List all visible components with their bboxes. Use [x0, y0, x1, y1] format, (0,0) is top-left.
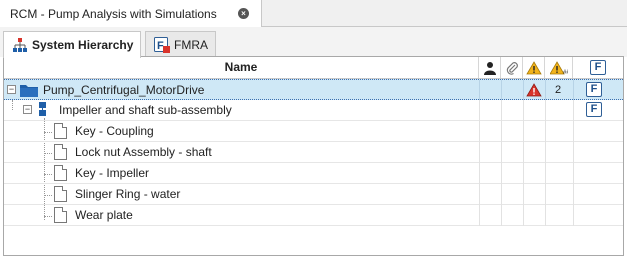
tab-system-hierarchy[interactable]: System Hierarchy: [3, 31, 141, 58]
row-label: Key - Coupling: [75, 124, 154, 138]
document-tab[interactable]: RCM - Pump Analysis with Simulations ×: [0, 0, 262, 27]
grid-header: Name ## F: [4, 57, 623, 79]
column-header-name[interactable]: Name: [4, 57, 479, 78]
warning-count: 2: [555, 84, 562, 96]
warning-count-icon[interactable]: ##: [545, 57, 573, 78]
collapse-icon[interactable]: −: [7, 85, 16, 94]
warning-icon[interactable]: [523, 57, 545, 78]
close-tab-icon[interactable]: ×: [238, 8, 249, 19]
assembly-icon: [36, 102, 50, 122]
row-label: Impeller and shaft sub-assembly: [59, 103, 232, 117]
table-row[interactable]: − Impeller and shaft sub-assembly F: [4, 100, 623, 121]
f-button[interactable]: F: [586, 82, 602, 97]
f-button[interactable]: F: [586, 102, 602, 117]
collapse-icon[interactable]: −: [23, 105, 32, 114]
table-row[interactable]: Slinger Ring - water: [4, 184, 623, 205]
f-header-button[interactable]: F: [590, 60, 606, 75]
table-row[interactable]: Wear plate: [4, 205, 623, 226]
fmra-icon: F: [154, 36, 170, 53]
document-icon: [54, 186, 67, 202]
folder-icon: [20, 83, 38, 100]
svg-text:##: ##: [563, 70, 568, 75]
row-label: Slinger Ring - water: [75, 187, 181, 201]
hierarchy-icon: [12, 37, 28, 53]
svg-text:F: F: [157, 40, 164, 52]
document-icon: [54, 123, 67, 139]
paperclip-icon[interactable]: [501, 57, 523, 78]
view-tab-bar: System Hierarchy F FMRA: [0, 27, 627, 58]
hierarchy-grid: Name ## F − Pump_Centrifugal_MotorDrive …: [3, 56, 624, 256]
document-tab-bar: RCM - Pump Analysis with Simulations ×: [0, 0, 627, 27]
row-label: Key - Impeller: [75, 166, 150, 180]
row-label: Lock nut Assembly - shaft: [75, 145, 212, 159]
row-label: Wear plate: [75, 208, 133, 222]
document-tab-title: RCM - Pump Analysis with Simulations: [10, 6, 217, 21]
document-icon: [54, 144, 67, 160]
tab-fmra-label: FMRA: [174, 37, 208, 52]
warning-red-icon[interactable]: [526, 83, 542, 100]
user-icon[interactable]: [479, 57, 501, 78]
document-icon: [54, 165, 67, 181]
tab-system-hierarchy-label: System Hierarchy: [32, 38, 134, 52]
table-row[interactable]: Key - Impeller: [4, 163, 623, 184]
table-row[interactable]: − Pump_Centrifugal_MotorDrive 2 F: [4, 79, 623, 101]
table-row[interactable]: Key - Coupling: [4, 121, 623, 142]
document-icon: [54, 207, 67, 223]
table-row[interactable]: Lock nut Assembly - shaft: [4, 142, 623, 163]
column-header-f[interactable]: F: [573, 57, 623, 78]
row-label: Pump_Centrifugal_MotorDrive: [43, 83, 205, 97]
tab-fmra[interactable]: F FMRA: [145, 31, 216, 57]
